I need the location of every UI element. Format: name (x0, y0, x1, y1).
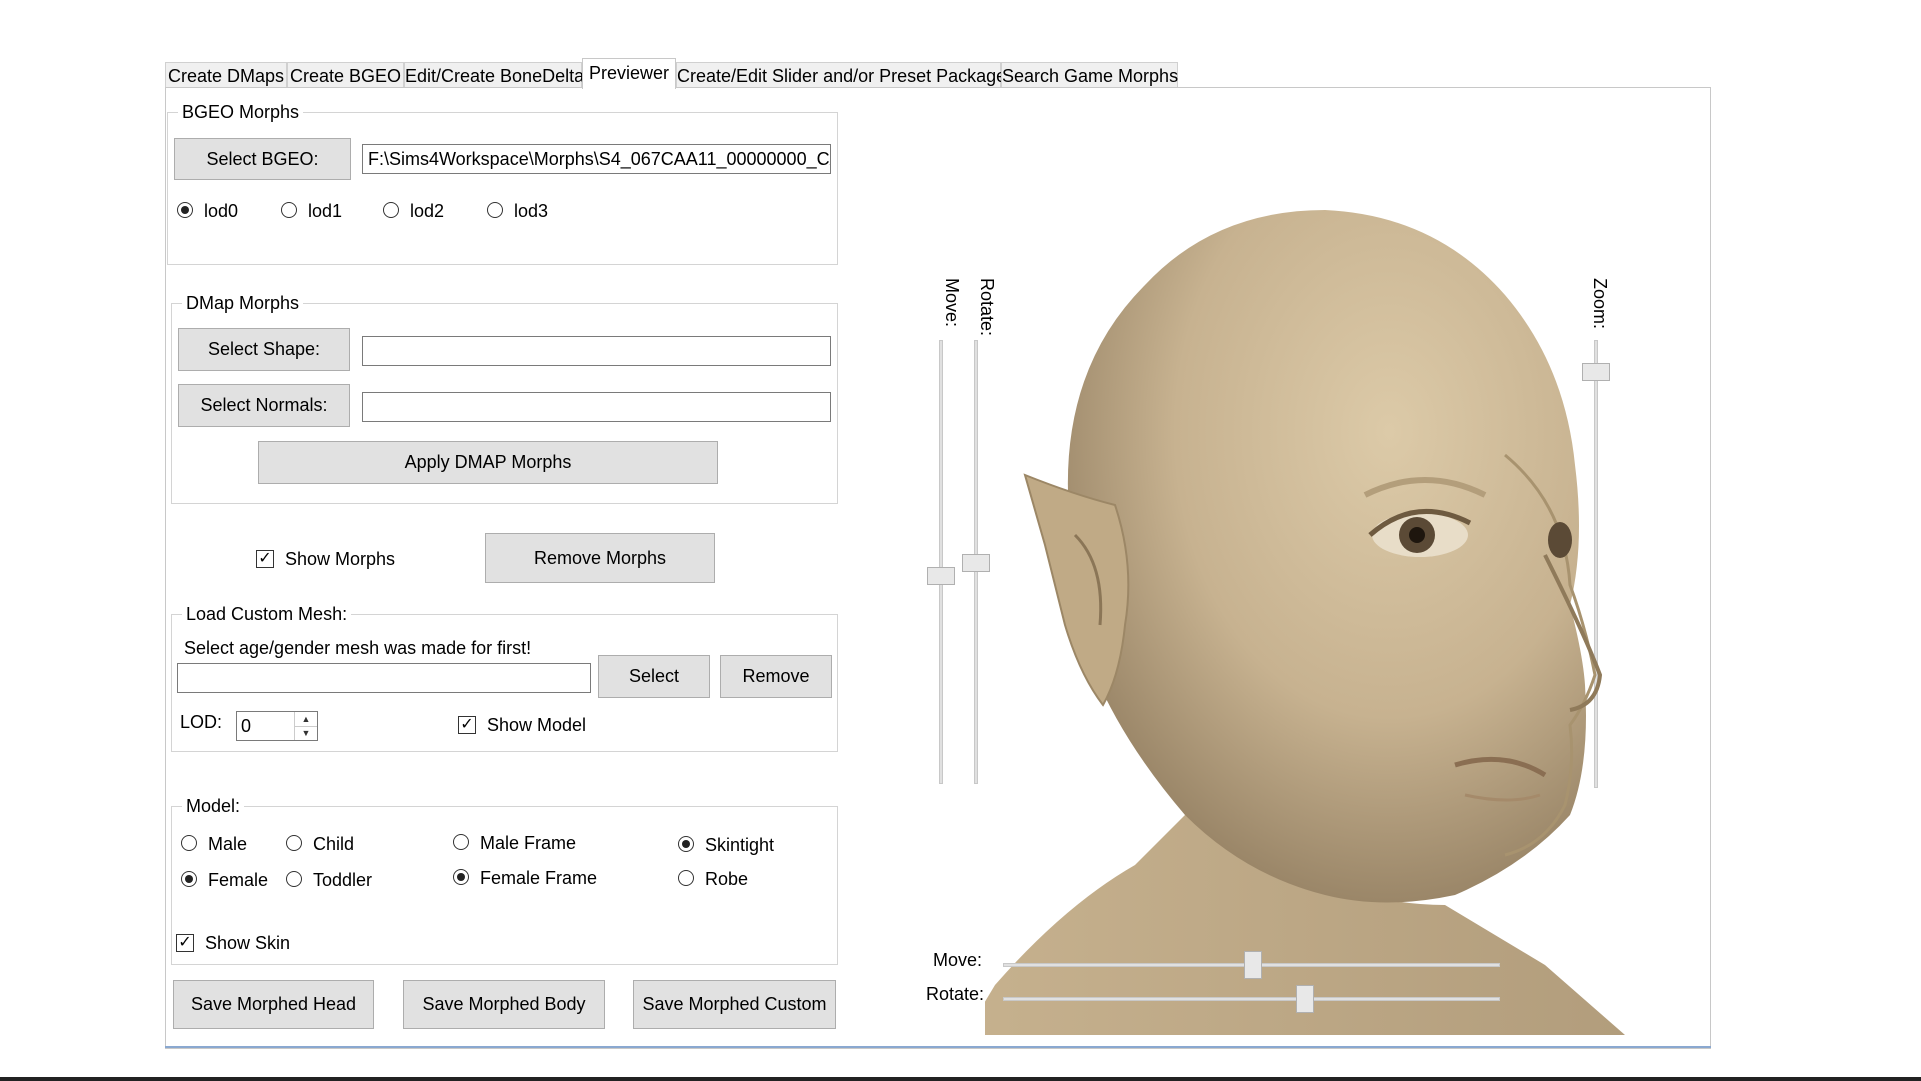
model-legend: Model: (182, 795, 245, 817)
radio-robe-label: Robe (705, 869, 749, 889)
custom-mesh-group: Load Custom Mesh: Select age/gender mesh… (171, 603, 838, 752)
tab-search-game-morphs[interactable]: Search Game Morphs (1001, 62, 1178, 89)
radio-lod1-indicator (281, 202, 297, 218)
radio-male-indicator (181, 835, 197, 851)
panel-bottom-border (165, 1046, 1711, 1048)
radio-lod1-label: lod1 (308, 201, 343, 221)
move-horizontal-label: Move: (933, 950, 983, 970)
apply-dmap-morphs-button[interactable]: Apply DMAP Morphs (258, 441, 718, 484)
radio-lod0-indicator (177, 202, 193, 218)
save-morphed-custom-button[interactable]: Save Morphed Custom (633, 980, 836, 1029)
save-morphed-head-button[interactable]: Save Morphed Head (173, 980, 374, 1029)
model-viewport[interactable] (965, 205, 1625, 1035)
move-horizontal-slider[interactable] (1003, 951, 1500, 979)
move-vertical-slider[interactable] (927, 340, 955, 784)
rotate-vertical-slider[interactable] (962, 340, 990, 784)
shape-path-field[interactable] (362, 336, 831, 366)
radio-male-label: Male (208, 834, 248, 854)
radio-child-label: Child (313, 834, 355, 854)
show-model-check-icon: ✓ (458, 716, 476, 734)
radio-skintight-indicator (678, 836, 694, 852)
show-morphs-check-icon: ✓ (256, 550, 274, 568)
show-morphs-label: Show Morphs (285, 549, 396, 569)
radio-toddler-label: Toddler (313, 870, 373, 890)
rotate-horizontal-slider[interactable] (1003, 985, 1500, 1013)
tab-strip: Create DMaps Create BGEO Edit/Create Bon… (165, 58, 1711, 89)
show-model-label: Show Model (487, 715, 587, 735)
model-group: Model: Male Child Male Frame Skintight F… (171, 795, 838, 965)
move-horizontal-slider-thumb[interactable] (1243, 951, 1262, 979)
custom-mesh-instruction: Select age/gender mesh was made for firs… (184, 638, 532, 658)
radio-lod3-label: lod3 (514, 201, 549, 221)
radio-female-frame-indicator (453, 869, 469, 885)
radio-skintight-label: Skintight (705, 835, 775, 855)
head-render (965, 210, 1625, 1035)
save-morphed-body-button[interactable]: Save Morphed Body (403, 980, 605, 1029)
radio-lod0-label: lod0 (204, 201, 239, 221)
bgeo-path-field[interactable]: F:\Sims4Workspace\Morphs\S4_067CAA11_000… (362, 144, 831, 174)
show-skin-check-icon: ✓ (176, 934, 194, 952)
lod-value: 0 (241, 716, 252, 736)
tab-edit-create-bonedelta[interactable]: Edit/Create BoneDelta (404, 62, 584, 89)
radio-female-label: Female (208, 870, 269, 890)
radio-male-frame-indicator (453, 834, 469, 850)
dmap-morphs-group: DMap Morphs Select Shape: Select Normals… (171, 292, 838, 504)
dmap-morphs-legend: DMap Morphs (182, 292, 304, 314)
footer-bar (0, 1077, 1921, 1081)
radio-lod3-indicator (487, 202, 503, 218)
select-normals-button[interactable]: Select Normals: (178, 384, 350, 427)
radio-toddler-indicator (286, 871, 302, 887)
lod-label: LOD: (180, 712, 223, 732)
custom-mesh-path-field[interactable] (177, 663, 591, 693)
select-bgeo-button[interactable]: Select BGEO: (174, 138, 351, 180)
custom-mesh-legend: Load Custom Mesh: (182, 603, 352, 625)
radio-lod2-indicator (383, 202, 399, 218)
rotate-horizontal-slider-thumb[interactable] (1296, 985, 1315, 1013)
bgeo-morphs-group: BGEO Morphs Select BGEO: F:\Sims4Workspa… (167, 101, 838, 265)
radio-lod2-label: lod2 (410, 201, 445, 221)
normals-path-field[interactable] (362, 392, 831, 422)
radio-robe-indicator (678, 870, 694, 886)
tab-previewer[interactable]: Previewer (582, 58, 676, 89)
radio-female-indicator (181, 871, 197, 887)
tab-create-dmaps[interactable]: Create DMaps (165, 62, 287, 89)
move-vertical-label: Move: (942, 278, 962, 328)
bgeo-morphs-legend: BGEO Morphs (178, 101, 304, 123)
stepper-up-icon[interactable]: ▲ (295, 712, 317, 727)
custom-mesh-select-button[interactable]: Select (598, 655, 710, 698)
rotate-horizontal-label: Rotate: (926, 984, 985, 1004)
remove-morphs-button[interactable]: Remove Morphs (485, 533, 715, 583)
radio-child-indicator (286, 835, 302, 851)
tab-create-edit-slider-package[interactable]: Create/Edit Slider and/or Preset Package (676, 62, 1006, 89)
move-vertical-slider-thumb[interactable] (927, 566, 955, 585)
custom-mesh-remove-button[interactable]: Remove (720, 655, 832, 698)
radio-male-frame-label: Male Frame (480, 833, 577, 853)
tab-create-bgeo[interactable]: Create BGEO (287, 62, 404, 89)
lod-stepper-arrows: ▲ ▼ (294, 712, 317, 740)
lod-stepper[interactable]: 0 ▲ ▼ (236, 711, 318, 741)
radio-female-frame-label: Female Frame (480, 868, 598, 888)
stepper-down-icon[interactable]: ▼ (295, 726, 317, 740)
show-skin-label: Show Skin (205, 933, 291, 953)
select-shape-button[interactable]: Select Shape: (178, 328, 350, 371)
